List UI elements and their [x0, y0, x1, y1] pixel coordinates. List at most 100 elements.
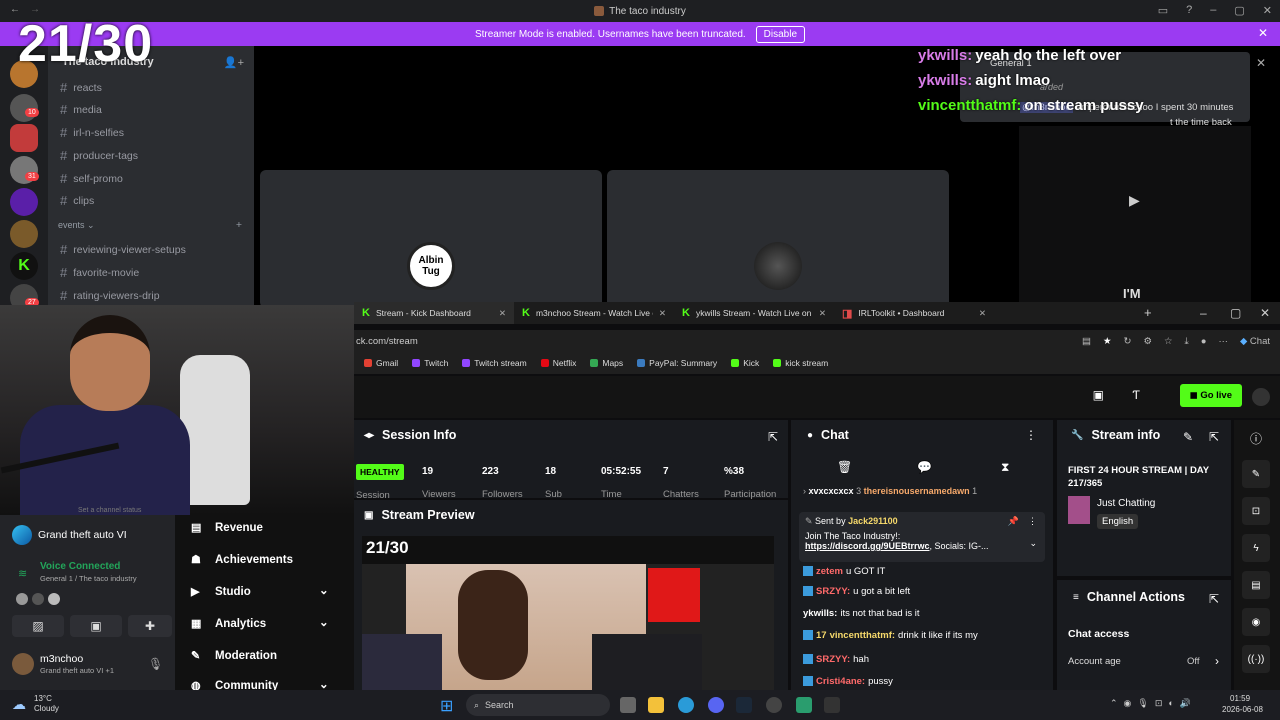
file-explorer-icon[interactable] — [648, 697, 664, 713]
bolt-icon[interactable]: ϟ — [1242, 534, 1270, 562]
close-icon[interactable]: ✕ — [1263, 4, 1272, 17]
document-icon[interactable]: ▤ — [1242, 571, 1270, 599]
discord-icon[interactable] — [708, 697, 724, 713]
close-tab-icon[interactable]: ✕ — [659, 308, 666, 319]
download-icon[interactable]: ⤓ — [1185, 336, 1189, 347]
expand-icon[interactable]: ⌄ — [1029, 538, 1037, 549]
game-activity[interactable]: Grand theft auto VI — [12, 525, 127, 545]
channel-clips[interactable]: # clips — [60, 193, 94, 208]
bookmark[interactable]: Kick — [731, 358, 759, 368]
broadcast-icon[interactable]: ((·)) — [1242, 645, 1270, 673]
channel-producer-tags[interactable]: # producer-tags — [60, 148, 138, 163]
nav-achievements[interactable]: ☗ Achievements — [191, 553, 293, 567]
slow-mode-icon[interactable]: ⧗ — [1001, 460, 1009, 475]
scan-icon[interactable]: ⊡ — [1242, 497, 1270, 525]
add-channel-icon[interactable]: + — [236, 219, 242, 231]
steam-icon[interactable] — [736, 697, 752, 713]
screen-share-button[interactable]: ▣ — [70, 615, 122, 637]
nav-revenue[interactable]: ▤ Revenue — [191, 521, 263, 535]
channel-irl-n-selfies[interactable]: # irl-n-selfies — [60, 125, 124, 140]
overlay-icon[interactable]: ▣ — [1093, 388, 1104, 402]
collapse-icon[interactable]: ◂▸ — [364, 430, 374, 441]
unpin-icon[interactable]: 📌 — [1008, 516, 1019, 527]
info-icon[interactable]: ⓘ — [1250, 430, 1262, 447]
popout-icon[interactable]: ⇱ — [1209, 592, 1219, 606]
bookmark[interactable]: Gmail — [364, 358, 398, 368]
account-age-value[interactable]: Off — [1187, 656, 1200, 667]
nav-analytics[interactable]: ▦ Analytics ⌄ — [191, 617, 329, 630]
server-icon-6[interactable] — [10, 220, 38, 248]
channel-media[interactable]: # media — [60, 102, 102, 117]
avatar[interactable] — [12, 653, 34, 675]
edit-icon[interactable]: ✎ — [1183, 430, 1193, 444]
popout-icon[interactable]: ⇱ — [1209, 430, 1219, 444]
add-member-icon[interactable]: 👤+ — [224, 56, 244, 69]
close-banner-icon[interactable]: ✕ — [1258, 26, 1268, 40]
nav-moderation[interactable]: ✎ Moderation — [191, 649, 277, 663]
browser-tab[interactable]: ◨ IRLToolkit • Dashboard ✕ — [834, 302, 994, 324]
pinned-more-icon[interactable]: ⋮ — [1028, 516, 1037, 527]
chat-bubble-icon[interactable]: ◉ — [1242, 608, 1270, 636]
stream-preview-video[interactable]: 21/30 — [362, 536, 774, 690]
more-icon[interactable]: ⋮ — [1025, 428, 1037, 442]
start-icon[interactable]: ⊞ — [440, 696, 453, 716]
maximize-icon[interactable]: ▢ — [1230, 306, 1241, 320]
profile-avatar[interactable] — [1252, 388, 1270, 406]
go-live-button[interactable]: ◼ Go live — [1179, 384, 1242, 407]
server-icon-3[interactable] — [10, 124, 38, 152]
activities-button[interactable]: ✚ — [128, 615, 172, 637]
search-box[interactable]: ⌕ Search — [466, 694, 610, 716]
bookmark[interactable]: Twitch — [412, 358, 448, 368]
favorite-star-icon[interactable]: ★ — [1103, 336, 1112, 347]
channel-rating-viewers-drip[interactable]: # rating-viewers-drip — [60, 288, 160, 303]
close-icon[interactable]: ✕ — [1260, 306, 1270, 320]
new-tab-icon[interactable]: + — [1144, 305, 1152, 320]
comment-icon[interactable]: 💬 — [917, 460, 932, 474]
collections-icon[interactable]: ☆ — [1164, 336, 1173, 347]
category-events[interactable]: events ⌄ — [58, 220, 95, 231]
chevron-down-icon[interactable]: ⌄ — [319, 677, 329, 691]
bookmark[interactable]: Maps — [590, 358, 623, 368]
refresh-icon[interactable]: ↻ — [1123, 336, 1131, 347]
tray-icons[interactable]: ⌃◉🎙⊡◐🔊 — [1110, 698, 1197, 709]
kick-server-icon[interactable]: K — [10, 252, 38, 280]
nav-studio[interactable]: ▶ Studio ⌄ — [191, 585, 329, 598]
minimize-icon[interactable]: – — [1200, 306, 1207, 320]
channel-reacts[interactable]: # reacts — [60, 80, 102, 95]
chevron-right-icon[interactable]: › — [1215, 654, 1219, 668]
terminal-icon[interactable] — [824, 697, 840, 713]
close-tab-icon[interactable]: ✕ — [499, 308, 506, 319]
more-icon[interactable]: ··· — [1218, 336, 1228, 347]
channel-favorite-movie[interactable]: # favorite-movie — [60, 265, 139, 280]
close-tab-icon[interactable]: ✕ — [979, 308, 986, 319]
help-icon[interactable]: ? — [1186, 4, 1192, 17]
bookmark[interactable]: Twitch stream — [462, 358, 527, 368]
minimize-icon[interactable]: – — [1210, 4, 1216, 17]
participant-tile-3[interactable]: ▶ I'M — [1019, 126, 1251, 308]
maximize-icon[interactable]: ▢ — [1234, 4, 1244, 17]
channel-reviewing-viewer-setups[interactable]: # reviewing-viewer-setups — [60, 242, 186, 257]
popout-icon[interactable]: ⇱ — [768, 430, 778, 444]
browser-tab[interactable]: K Stream - Kick Dashboard ✕ — [354, 302, 514, 324]
app-icon[interactable] — [796, 697, 812, 713]
browser-tab[interactable]: Km3nchoo Stream - Watch Live on ✕ — [514, 302, 674, 324]
chevron-down-icon[interactable]: ⌄ — [319, 615, 329, 629]
bookmark[interactable]: Netflix — [540, 358, 576, 368]
server-icon-5[interactable] — [10, 188, 38, 216]
channel-self-promo[interactable]: # self-promo — [60, 171, 123, 186]
inbox-icon[interactable]: ▭ — [1158, 4, 1168, 17]
close-tab-icon[interactable]: ✕ — [819, 308, 826, 319]
edge-icon[interactable] — [678, 697, 694, 713]
participant-tile-2[interactable] — [607, 170, 949, 308]
taskview-icon[interactable] — [620, 697, 636, 713]
trash-icon[interactable]: 🗑 — [837, 460, 852, 474]
copilot-chat-button[interactable]: ◆ Chat — [1240, 336, 1270, 347]
profile-icon[interactable]: ● — [1201, 336, 1207, 347]
address-bar[interactable]: ck.com/stream ▤ ★ ↻ ⚙ ☆ ⤓ ● ··· ◆ Chat — [354, 330, 1280, 352]
reader-icon[interactable]: ▤ — [1082, 336, 1091, 347]
mute-camera-button[interactable]: ▨ — [12, 615, 64, 637]
translate-icon[interactable]: Ƭ — [1133, 388, 1140, 402]
chevron-down-icon[interactable]: ⌄ — [319, 583, 329, 597]
obs-icon[interactable] — [766, 697, 782, 713]
participant-tile-1[interactable]: Albin Tug — [260, 170, 602, 308]
